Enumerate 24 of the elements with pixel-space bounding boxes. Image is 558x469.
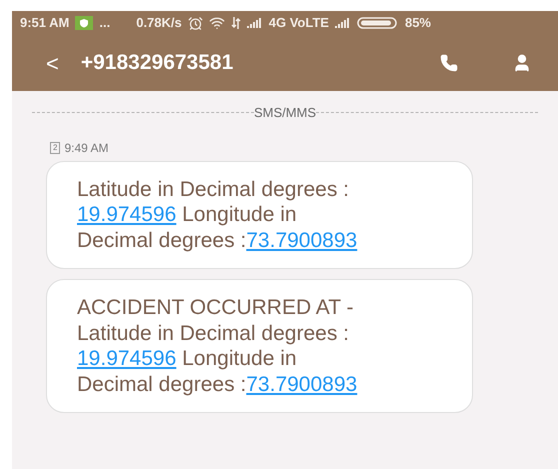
signal-icon: [334, 18, 351, 28]
coordinate-link[interactable]: 19.974596: [77, 347, 176, 370]
call-icon[interactable]: [440, 54, 458, 72]
coordinate-link[interactable]: 73.7900893: [246, 228, 358, 252]
data-arrows-icon: [230, 17, 241, 29]
divider-label: SMS/MMS: [254, 104, 316, 122]
coordinate-link[interactable]: 19.974596: [77, 203, 176, 226]
network-type: 4G VoLTE: [268, 14, 329, 32]
network-speed: 0.78K/s: [136, 14, 182, 32]
message-text: Latitude in Decimal degrees : 19.974596 Longitude in Decimal degrees :73.7900893: [77, 176, 358, 253]
alarm-icon: [188, 16, 203, 30]
battery-level: 85%: [404, 14, 431, 32]
battery-icon: [356, 17, 399, 29]
sim-badge: 2: [50, 142, 60, 154]
coordinate-link[interactable]: 73.7900893: [246, 372, 358, 396]
message-time: 9:49 AM: [64, 140, 108, 156]
more-notifications: ...: [99, 14, 110, 32]
contact-number: +918329673581: [80, 50, 234, 76]
message-text: ACCIDENT OCCURRED AT - Latitude in Decimal degrees : 19.974596 Longitude in Decimal degrees :73.7900893: [77, 295, 358, 397]
clock-time: 9:51 AM: [20, 14, 70, 32]
back-button[interactable]: <: [46, 46, 59, 80]
wifi-icon: [208, 15, 225, 31]
signal-icon: [246, 18, 263, 28]
shield-icon: [75, 16, 94, 30]
